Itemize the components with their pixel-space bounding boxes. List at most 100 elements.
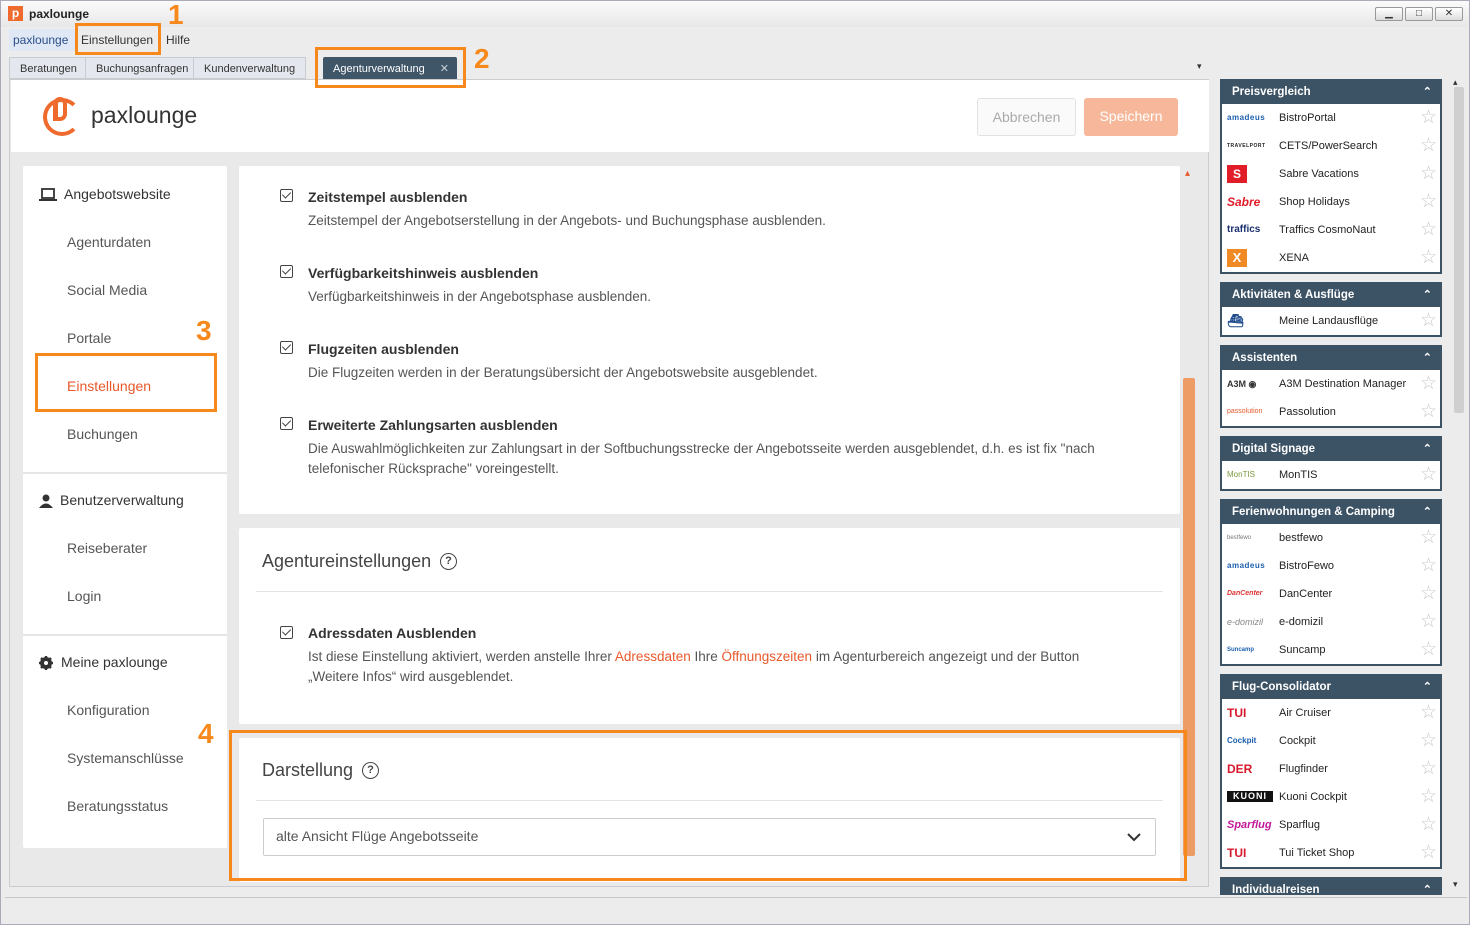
panel-group-header[interactable]: Flug-Consolidator ⌃ <box>1222 676 1440 699</box>
chevron-up-icon[interactable]: ⌃ <box>1423 347 1432 370</box>
favorite-star-icon[interactable]: ☆ <box>1420 188 1437 216</box>
checkbox-zeitstempel[interactable] <box>280 189 293 202</box>
link-adressdaten[interactable]: Adressdaten <box>615 649 691 664</box>
favorite-star-icon[interactable]: ☆ <box>1420 755 1437 783</box>
checkbox-flugzeiten[interactable] <box>280 341 293 354</box>
panel-item[interactable]: e-domizil e-domizil ☆ <box>1222 608 1440 636</box>
nav-item-login[interactable]: Login <box>67 588 101 604</box>
nav-section-benutzerverwaltung[interactable]: Benutzerverwaltung <box>23 492 227 520</box>
favorite-star-icon[interactable]: ☆ <box>1420 104 1437 132</box>
panel-group-header[interactable]: Digital Signage ⌃ <box>1222 438 1440 461</box>
panel-item[interactable]: DanCenter DanCenter ☆ <box>1222 580 1440 608</box>
checkbox-zahlungsarten[interactable] <box>280 417 293 430</box>
favorite-star-icon[interactable]: ☆ <box>1420 132 1437 160</box>
panel-item[interactable]: DER Flugfinder ☆ <box>1222 755 1440 783</box>
favorite-star-icon[interactable]: ☆ <box>1420 307 1437 335</box>
tab-kundenverwaltung[interactable]: Kundenverwaltung <box>193 57 307 79</box>
favorite-star-icon[interactable]: ☆ <box>1420 216 1437 244</box>
panel-item[interactable]: Sparflug Sparflug ☆ <box>1222 811 1440 839</box>
panel-item[interactable]: ⛴ Meine Landausflüge ☆ <box>1222 307 1440 335</box>
maximize-button[interactable]: □ <box>1405 7 1433 21</box>
annotation-number: 3 <box>196 315 212 346</box>
chevron-up-icon[interactable]: ⌃ <box>1423 676 1432 699</box>
nav-item-portale[interactable]: Portale <box>67 330 111 346</box>
panel-item[interactable]: bestfewo bestfewo ☆ <box>1222 524 1440 552</box>
panel-item[interactable]: TUI Tui Ticket Shop ☆ <box>1222 839 1440 867</box>
panel-group-header[interactable]: Ferienwohnungen & Camping ⌃ <box>1222 501 1440 524</box>
provider-logo-icon: A3M ◉ <box>1227 379 1257 389</box>
panel-group-header[interactable]: Individualreisen ⌃ <box>1222 879 1440 895</box>
cancel-button[interactable]: Abbrechen <box>977 98 1076 136</box>
favorite-star-icon[interactable]: ☆ <box>1420 524 1437 552</box>
option-title: Adressdaten Ausblenden <box>308 625 477 641</box>
nav-item-reiseberater[interactable]: Reiseberater <box>67 540 147 556</box>
chevron-up-icon[interactable]: ⌃ <box>1423 438 1432 461</box>
panel-item[interactable]: Suncamp Suncamp ☆ <box>1222 636 1440 664</box>
panel-item[interactable]: passolution Passolution ☆ <box>1222 398 1440 426</box>
panel-item-label: Shop Holidays <box>1279 196 1350 208</box>
checkbox-adressdaten[interactable] <box>280 626 293 639</box>
nav-item-social-media[interactable]: Social Media <box>67 282 147 298</box>
favorite-star-icon[interactable]: ☆ <box>1420 608 1437 636</box>
panel-group-header[interactable]: Preisvergleich ⌃ <box>1222 81 1440 104</box>
panel-item-label: Traffics CosmoNaut <box>1279 224 1376 236</box>
chevron-up-icon[interactable]: ⌃ <box>1423 879 1432 895</box>
link-oeffnungszeiten[interactable]: Öffnungszeiten <box>722 649 813 664</box>
favorite-star-icon[interactable]: ☆ <box>1420 244 1437 272</box>
favorite-star-icon[interactable]: ☆ <box>1420 398 1437 426</box>
menu-paxlounge[interactable]: paxlounge <box>9 29 77 51</box>
tab-overflow-icon[interactable]: ▾ <box>1197 61 1202 72</box>
panel-item[interactable]: TRAVELPORT CETS/PowerSearch ☆ <box>1222 132 1440 160</box>
chevron-up-icon[interactable]: ⌃ <box>1423 284 1432 307</box>
panel-item-label: MonTIS <box>1279 469 1318 481</box>
nav-item-agenturdaten[interactable]: Agenturdaten <box>67 234 151 250</box>
nav-item-beratungsstatus[interactable]: Beratungsstatus <box>67 798 168 814</box>
nav-section-meine-paxlounge[interactable]: Meine paxlounge <box>23 654 227 682</box>
panel-item[interactable]: MonTIS MonTIS ☆ <box>1222 461 1440 489</box>
panel-item[interactable]: KUONI Kuoni Cockpit ☆ <box>1222 783 1440 811</box>
help-icon[interactable]: ? <box>440 553 457 570</box>
panel-item[interactable]: amadeus BistroFewo ☆ <box>1222 552 1440 580</box>
provider-logo-icon: TRAVELPORT <box>1227 143 1266 149</box>
favorite-star-icon[interactable]: ☆ <box>1420 580 1437 608</box>
tab-beratungen[interactable]: Beratungen <box>9 57 88 79</box>
scroll-down-icon[interactable]: ▾ <box>1453 879 1458 890</box>
checkbox-verfuegbarkeitshinweis[interactable] <box>280 265 293 278</box>
favorite-star-icon[interactable]: ☆ <box>1420 699 1437 727</box>
favorite-star-icon[interactable]: ☆ <box>1420 839 1437 867</box>
option-description: Die Auswahlmöglichkeiten zur Zahlungsart… <box>308 441 1095 456</box>
panel-item[interactable]: amadeus BistroPortal ☆ <box>1222 104 1440 132</box>
minimize-button[interactable]: ▁ <box>1375 7 1403 21</box>
panel-item[interactable]: Sabre Shop Holidays ☆ <box>1222 188 1440 216</box>
panel-item[interactable]: traffics Traffics CosmoNaut ☆ <box>1222 216 1440 244</box>
chevron-up-icon[interactable]: ⌃ <box>1423 81 1432 104</box>
favorite-star-icon[interactable]: ☆ <box>1420 370 1437 398</box>
panel-item[interactable]: A3M ◉ A3M Destination Manager ☆ <box>1222 370 1440 398</box>
right-panel-scrollbar-thumb[interactable] <box>1454 87 1464 413</box>
menu-hilfe[interactable]: Hilfe <box>166 29 190 51</box>
favorite-star-icon[interactable]: ☆ <box>1420 783 1437 811</box>
panel-item[interactable]: S Sabre Vacations ☆ <box>1222 160 1440 188</box>
chevron-up-icon[interactable]: ⌃ <box>1423 501 1432 524</box>
favorite-star-icon[interactable]: ☆ <box>1420 727 1437 755</box>
scroll-up-icon[interactable]: ▴ <box>1185 168 1190 179</box>
favorite-star-icon[interactable]: ☆ <box>1420 461 1437 489</box>
favorite-star-icon[interactable]: ☆ <box>1420 160 1437 188</box>
nav-item-systemanschluesse[interactable]: Systemanschlüsse <box>67 750 184 766</box>
favorite-star-icon[interactable]: ☆ <box>1420 811 1437 839</box>
tab-buchungsanfragen[interactable]: Buchungsanfragen <box>85 57 200 79</box>
option-description: Die Flugzeiten werden in der Beratungsüb… <box>308 365 818 380</box>
favorite-star-icon[interactable]: ☆ <box>1420 636 1437 664</box>
panel-item[interactable]: Cockpit Cockpit ☆ <box>1222 727 1440 755</box>
panel-group-header[interactable]: Aktivitäten & Ausflüge ⌃ <box>1222 284 1440 307</box>
nav-item-buchungen[interactable]: Buchungen <box>67 426 138 442</box>
close-button[interactable]: ✕ <box>1435 7 1463 21</box>
panel-item[interactable]: TUI Air Cruiser ☆ <box>1222 699 1440 727</box>
panel-item[interactable]: X XENA ☆ <box>1222 244 1440 272</box>
nav-section-angebotswebsite[interactable]: Angebotswebsite <box>23 186 227 214</box>
provider-logo-icon: S <box>1227 165 1247 183</box>
panel-group-header[interactable]: Assistenten ⌃ <box>1222 347 1440 370</box>
nav-item-konfiguration[interactable]: Konfiguration <box>67 702 150 718</box>
favorite-star-icon[interactable]: ☆ <box>1420 552 1437 580</box>
save-button[interactable]: Speichern <box>1084 98 1178 136</box>
